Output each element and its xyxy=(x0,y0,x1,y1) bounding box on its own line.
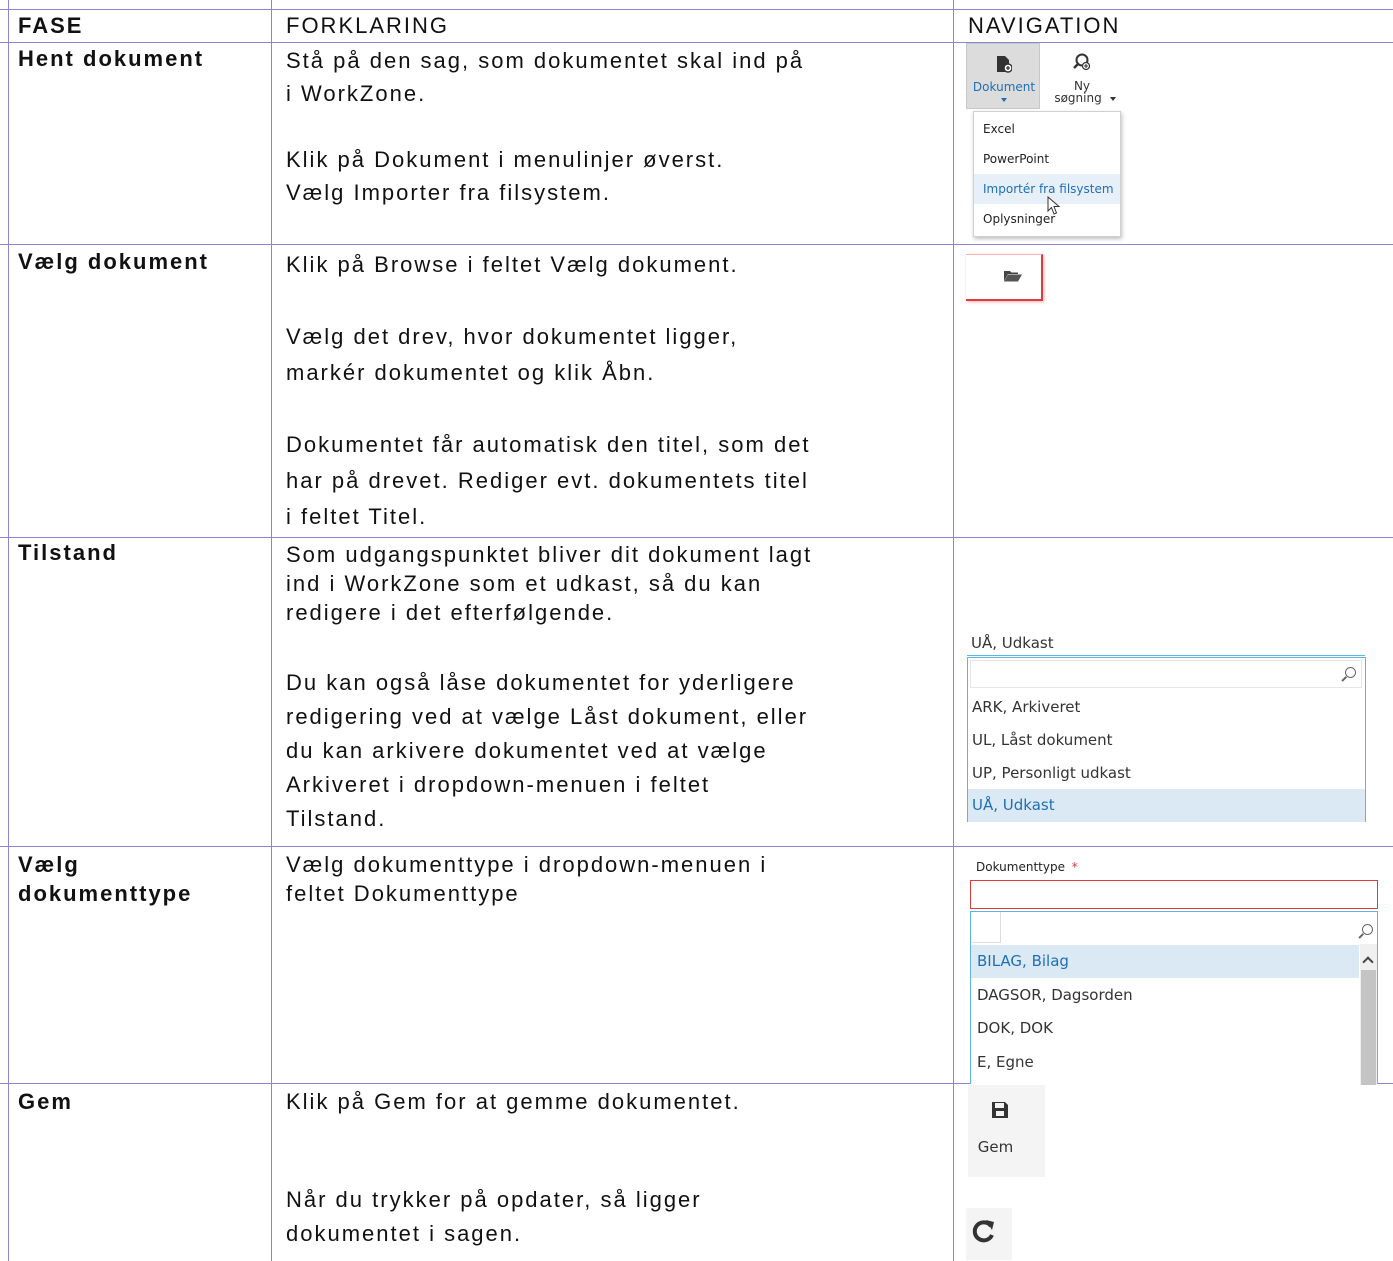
paragraph: Vælg dokumenttype i dropdown-menuen i xyxy=(286,852,768,877)
paragraph: Dokumentet får automatisk den titel, som… xyxy=(286,432,811,457)
field-label: Dokumenttype xyxy=(976,860,1065,874)
grid-line xyxy=(0,244,1393,245)
grid-line xyxy=(0,846,1393,847)
paragraph: Som udgangspunktet bliver dit dokument l… xyxy=(286,542,813,567)
forklaring-cell: Når du trykker på opdater, så ligger dok… xyxy=(286,1183,702,1251)
ribbon-screenshot: Dokument Ny søgning Excel PowerPoint Imp… xyxy=(966,43,1126,238)
document-add-icon xyxy=(997,56,1012,73)
paragraph: du kan arkivere dokumentet ved at vælge xyxy=(286,738,768,763)
list-item[interactable]: DOK, DOK xyxy=(971,1012,1359,1045)
divider xyxy=(967,655,1365,656)
fase-cell: Gem xyxy=(18,1089,73,1114)
paragraph: feltet Dokumenttype xyxy=(286,881,520,906)
search-add-icon xyxy=(1073,53,1090,71)
forklaring-cell: Stå på den sag, som dokumentet skal ind … xyxy=(286,44,804,209)
ny-soegning-ribbon-button[interactable]: Ny søgning xyxy=(1042,43,1122,109)
dokumenttype-input[interactable] xyxy=(970,880,1378,909)
paragraph: i feltet Titel. xyxy=(286,504,428,529)
list-item[interactable]: BILAG, Bilag xyxy=(971,945,1359,978)
chevron-down-icon xyxy=(1110,97,1116,101)
dokument-dropdown-menu: Excel PowerPoint Importér fra filsystem … xyxy=(973,111,1121,237)
paragraph: Vælg det drev, hvor dokumentet ligger, xyxy=(286,324,739,349)
required-mark: * xyxy=(1071,860,1078,874)
paragraph: redigering ved at vælge Låst dokument, e… xyxy=(286,704,809,729)
dokumenttype-option-list: BILAG, Bilag DAGSOR, Dagsorden DOK, DOK … xyxy=(970,911,1378,1085)
paragraph: Du kan også låse dokumentet for yderlige… xyxy=(286,670,796,695)
paragraph-spacer xyxy=(286,283,811,319)
tilstand-dropdown: UÅ, Udkast ARK, Arkiveret UL, Låst dokum… xyxy=(967,628,1367,824)
refresh-button[interactable] xyxy=(966,1208,1012,1260)
forklaring-cell: Vælg dokumenttype i dropdown-menuen i fe… xyxy=(286,850,767,908)
paragraph: Vælg xyxy=(18,852,80,877)
paragraph: Vælg Importer fra filsystem. xyxy=(286,180,611,205)
fase-cell: Tilstand xyxy=(18,540,118,565)
grid-line xyxy=(0,42,1393,43)
dokument-ribbon-button[interactable]: Dokument xyxy=(966,43,1040,109)
list-item[interactable]: UL, Låst dokument xyxy=(968,724,1365,757)
grid-line xyxy=(271,0,272,1261)
grid-line xyxy=(8,0,9,1261)
grid-line xyxy=(0,537,1393,538)
list-item[interactable]: E, Egne xyxy=(971,1046,1359,1079)
paragraph: i WorkZone. xyxy=(286,81,427,106)
forklaring-cell: Klik på Browse i feltet Vælg dokument. V… xyxy=(286,247,811,535)
save-icon xyxy=(992,1102,1008,1118)
paragraph: ind i WorkZone som et udkast, så du kan xyxy=(286,571,763,596)
dokumenttype-label: Dokumenttype * xyxy=(976,860,1078,874)
chevron-down-icon xyxy=(1001,98,1007,102)
tilstand-current-value[interactable]: UÅ, Udkast xyxy=(971,634,1054,652)
search-icon xyxy=(1362,924,1373,935)
scrollbar-thumb[interactable] xyxy=(1361,970,1376,1085)
fase-cell: Vælg dokumenttype xyxy=(18,850,192,908)
menu-item-powerpoint[interactable]: PowerPoint xyxy=(974,144,1120,174)
paragraph: Klik på Dokument i menulinjer øverst. xyxy=(286,147,725,172)
forklaring-cell: Klik på Gem for at gemme dokumentet. xyxy=(286,1089,741,1114)
paragraph-spacer xyxy=(286,110,804,143)
paragraph: redigere i det efterfølgende. xyxy=(286,600,615,625)
browse-button[interactable] xyxy=(966,254,1043,301)
paragraph-spacer xyxy=(286,391,811,427)
header-forklaring: FORKLARING xyxy=(286,13,450,38)
list-item[interactable]: UÅ, Udkast xyxy=(968,789,1365,822)
soegning-label: søgning xyxy=(1054,91,1102,105)
paragraph: Når du trykker på opdater, så ligger xyxy=(286,1187,702,1212)
search-input[interactable] xyxy=(972,912,1001,943)
scrollbar[interactable] xyxy=(1360,944,1377,1085)
gem-label: Gem xyxy=(977,1138,1014,1156)
search-input[interactable] xyxy=(970,660,1362,688)
paragraph: markér dokumentet og klik Åbn. xyxy=(286,360,656,385)
list-item[interactable]: DAGSOR, Dagsorden xyxy=(971,979,1359,1012)
menu-item-excel[interactable]: Excel xyxy=(974,114,1120,144)
refresh-icon xyxy=(972,1220,994,1243)
list-item[interactable]: UP, Personligt udkast xyxy=(968,757,1365,790)
dokumenttype-dropdown: Dokumenttype * BILAG, Bilag DAGSOR, Dags… xyxy=(970,856,1382,1085)
paragraph: Stå på den sag, som dokumentet skal ind … xyxy=(286,48,805,73)
forklaring-cell: Du kan også låse dokumentet for yderlige… xyxy=(286,666,808,836)
paragraph: Tilstand. xyxy=(286,806,387,831)
chevron-up-icon xyxy=(1362,956,1374,968)
fase-cell: Hent dokument xyxy=(18,46,205,71)
mouse-pointer-icon xyxy=(1047,196,1061,215)
grid-line xyxy=(0,9,1393,10)
list-item[interactable]: ARK, Arkiveret xyxy=(968,691,1365,724)
paragraph: dokumentet i sagen. xyxy=(286,1221,523,1246)
gem-button[interactable]: Gem xyxy=(968,1085,1045,1177)
paragraph: har på drevet. Rediger evt. dokumentets … xyxy=(286,468,809,493)
dokument-label: Dokument xyxy=(972,80,1036,94)
grid-line xyxy=(953,0,954,1261)
search-icon xyxy=(1345,667,1356,678)
header-fase: FASE xyxy=(18,13,84,38)
tilstand-option-list: ARK, Arkiveret UL, Låst dokument UP, Per… xyxy=(967,657,1366,822)
fase-cell: Vælg dokument xyxy=(18,249,210,274)
header-navigation: NAVIGATION xyxy=(968,13,1121,38)
forklaring-cell: Som udgangspunktet bliver dit dokument l… xyxy=(286,540,812,627)
paragraph: Klik på Browse i feltet Vælg dokument. xyxy=(286,252,739,277)
paragraph: dokumenttype xyxy=(18,881,193,906)
folder-open-icon xyxy=(1004,271,1022,282)
paragraph: Arkiveret i dropdown-menuen i feltet xyxy=(286,772,711,797)
